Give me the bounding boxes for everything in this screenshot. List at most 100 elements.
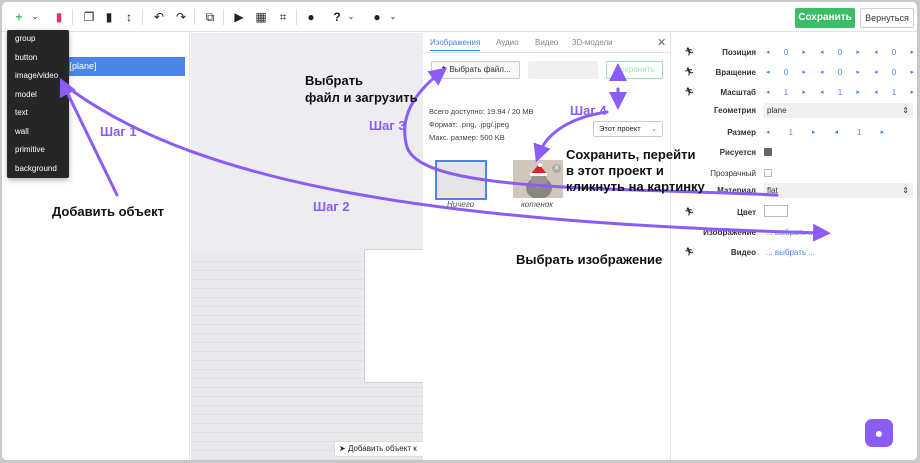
increment-icon[interactable]: ▸ — [856, 88, 860, 97]
redo-icon[interactable]: ↷ — [174, 8, 188, 26]
decrement-icon[interactable]: ◂ — [820, 68, 824, 77]
visible-checkbox[interactable] — [764, 148, 772, 156]
grid-icon[interactable]: ▦ — [254, 8, 268, 26]
position-y[interactable]: 0 — [838, 48, 842, 57]
scale-y[interactable]: 1 — [838, 88, 842, 97]
video-choose-link[interactable]: ... выбрать ... — [766, 248, 815, 257]
crop-icon[interactable]: ⌗ — [276, 8, 290, 26]
increment-icon[interactable]: ▸ — [812, 128, 816, 137]
size-height[interactable]: 1 — [857, 128, 861, 137]
rotation-y[interactable]: 0 — [838, 68, 842, 77]
scale-x[interactable]: 1 — [784, 88, 788, 97]
menu-item-wall[interactable]: wall — [7, 123, 69, 142]
increment-icon[interactable]: ▸ — [910, 48, 914, 57]
position-label: Позиция — [722, 48, 756, 57]
project-select-value: Этот проект — [599, 124, 641, 133]
increment-icon[interactable]: ▸ — [856, 68, 860, 77]
chevron-down-icon[interactable]: ⌄ — [386, 8, 400, 26]
menu-item-text[interactable]: text — [7, 104, 69, 123]
chevron-down-icon[interactable]: ⌄ — [28, 8, 42, 26]
image-row: Изображение ... выбрать ... — [672, 225, 917, 241]
storage-available: Всего доступно: 19.94 / 20 MB — [429, 107, 534, 116]
increment-icon[interactable]: ▸ — [910, 68, 914, 77]
running-man-icon[interactable]: 🏃︎ — [684, 87, 694, 96]
save-button[interactable]: Сохранить — [795, 8, 855, 28]
running-man-icon[interactable]: 🏃︎ — [684, 247, 694, 256]
decrement-icon[interactable]: ◂ — [874, 48, 878, 57]
rotation-x[interactable]: 0 — [784, 68, 788, 77]
rotation-z[interactable]: 0 — [892, 68, 896, 77]
menu-item-background[interactable]: background — [7, 160, 69, 179]
file-name-field — [528, 61, 598, 79]
increment-icon[interactable]: ▸ — [910, 88, 914, 97]
copy-icon[interactable]: ❐ — [82, 8, 96, 26]
annotation-add-object: Добавить объект — [52, 204, 164, 219]
chevron-down-icon[interactable]: ⌄ — [344, 8, 358, 26]
toolbar-divider — [142, 9, 143, 25]
decrement-icon[interactable]: ◂ — [766, 48, 770, 57]
image-choose-link[interactable]: ... выбрать ... — [766, 228, 815, 237]
increment-icon[interactable]: ▸ — [880, 128, 884, 137]
menu-item-group[interactable]: group — [7, 30, 69, 49]
menu-item-model[interactable]: model — [7, 86, 69, 105]
running-man-icon[interactable]: 🏃︎ — [684, 207, 694, 216]
decrement-icon[interactable]: ◂ — [834, 128, 838, 137]
decrement-icon[interactable]: ◂ — [766, 88, 770, 97]
project-select[interactable]: Этот проект ⌄ — [593, 121, 663, 137]
max-size: Макс. размер: 500 KB — [429, 133, 505, 142]
scale-z[interactable]: 1 — [892, 88, 896, 97]
add-object-hint[interactable]: ➤ Добавить объект к — [334, 441, 423, 457]
undo-icon[interactable]: ↶ — [152, 8, 166, 26]
clone-icon[interactable]: ⧉ — [203, 8, 217, 26]
increment-icon[interactable]: ▸ — [802, 88, 806, 97]
running-man-icon[interactable]: 🏃︎ — [684, 47, 694, 56]
tab-audio[interactable]: Аудио — [496, 38, 519, 47]
properties-panel: 🏃︎ Позиция ◂ 0 ▸ ◂ 0 ▸ ◂ 0 ▸ 🏃︎ Вращение ◂ 0 ▸ ◂… — [672, 33, 917, 460]
back-button[interactable]: Вернуться — [860, 8, 914, 28]
decrement-icon[interactable]: ◂ — [766, 68, 770, 77]
tab-images[interactable]: Изображения — [430, 38, 481, 51]
size-width[interactable]: 1 — [789, 128, 793, 137]
material-value: flat — [767, 186, 778, 195]
increment-icon[interactable]: ▸ — [802, 48, 806, 57]
paste-icon[interactable]: ▮ — [102, 8, 116, 26]
color-swatch[interactable] — [764, 205, 788, 217]
menu-item-primitive[interactable]: primitive — [7, 141, 69, 160]
annotation-save-go-1: Сохранить, перейти — [566, 147, 696, 162]
trash-icon[interactable]: ▮ — [52, 8, 66, 26]
plus-icon[interactable]: + — [12, 8, 26, 26]
help-icon[interactable]: ? — [330, 8, 344, 26]
increment-icon[interactable]: ▸ — [856, 48, 860, 57]
thumbnail-none[interactable] — [435, 160, 487, 200]
running-man-icon[interactable]: 🏃︎ — [684, 67, 694, 76]
decrement-icon[interactable]: ◂ — [874, 68, 878, 77]
material-select[interactable]: flat ⇕ — [763, 183, 913, 198]
tab-video[interactable]: Видео — [535, 38, 558, 47]
tab-3d-models[interactable]: 3D-модели — [572, 38, 613, 47]
annotation-choose-image: Выбрать изображение — [516, 252, 663, 267]
plane-object[interactable] — [364, 249, 423, 383]
decrement-icon[interactable]: ◂ — [874, 88, 878, 97]
chat-bubble-icon[interactable]: ● — [370, 8, 384, 26]
position-z[interactable]: 0 — [892, 48, 896, 57]
transparent-row: Прозрачный — [672, 166, 917, 182]
chat-support-button[interactable]: ● — [865, 419, 893, 447]
info-icon[interactable]: ● — [304, 8, 318, 26]
transparent-checkbox[interactable] — [764, 169, 772, 177]
thumbnail-caption: Ничего — [447, 200, 475, 209]
delete-thumbnail-icon[interactable]: ✕ — [552, 164, 561, 173]
decrement-icon[interactable]: ◂ — [766, 128, 770, 137]
geometry-select[interactable]: plane ⇕ — [763, 103, 913, 118]
position-x[interactable]: 0 — [784, 48, 788, 57]
decrement-icon[interactable]: ◂ — [820, 88, 824, 97]
play-icon[interactable]: ▶ — [232, 8, 246, 26]
close-icon[interactable]: ✕ — [657, 36, 666, 49]
menu-item-button[interactable]: button — [7, 49, 69, 68]
decrement-icon[interactable]: ◂ — [820, 48, 824, 57]
vertical-arrows-icon[interactable]: ↕ — [122, 8, 136, 26]
increment-icon[interactable]: ▸ — [802, 68, 806, 77]
upload-save-button[interactable]: Сохранить — [606, 61, 663, 79]
menu-item-image-video[interactable]: image/video — [7, 67, 69, 86]
app-window: + ⌄ ▮ ❐ ▮ ↕ ↶ ↷ ⧉ ▶ ▦ ⌗ ● ? ⌄ ● ⌄ Сохран… — [2, 2, 917, 460]
choose-file-button[interactable]: ⬆ Выбрать файл... — [431, 61, 520, 79]
